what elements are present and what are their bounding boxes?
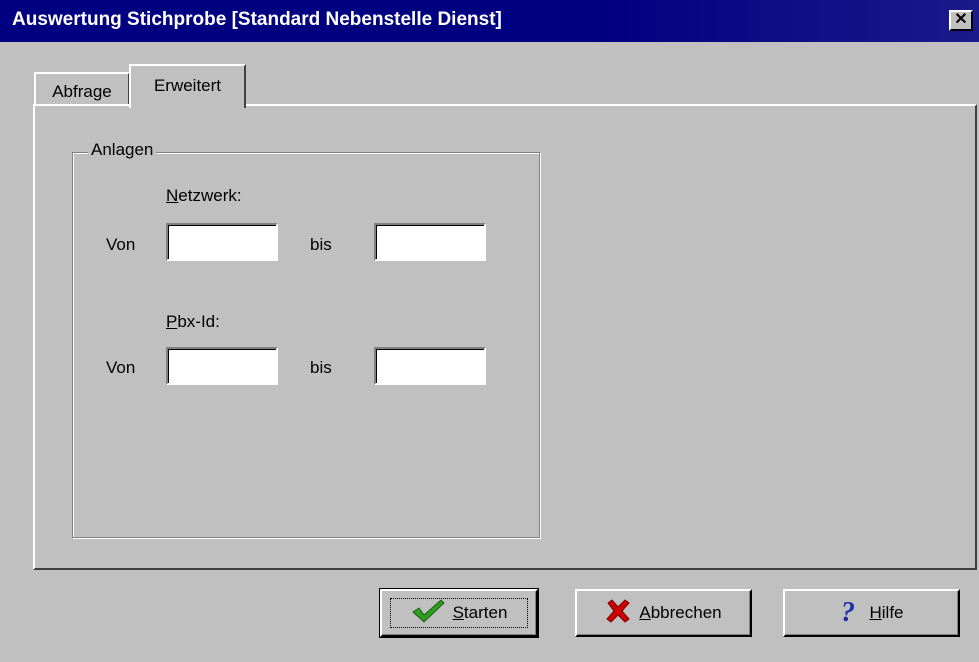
hilfe-label-accel: H bbox=[869, 603, 882, 622]
hilfe-button[interactable]: ? Hilfe bbox=[783, 589, 960, 637]
tab-abfrage-label: Abfrage bbox=[52, 82, 112, 101]
pbx-id-heading: Pbx-Id: bbox=[166, 312, 220, 332]
abbrechen-button[interactable]: Abbrechen bbox=[575, 589, 752, 637]
netzwerk-von-input[interactable] bbox=[168, 225, 276, 259]
pbx-id-heading-accel: P bbox=[166, 312, 178, 331]
starten-label-rest: tarten bbox=[463, 603, 508, 622]
pbx-id-heading-rest: bx-Id: bbox=[177, 312, 220, 331]
pbx-von-input[interactable] bbox=[168, 349, 276, 383]
close-icon: ✕ bbox=[954, 11, 968, 28]
anlagen-group-title: Anlagen bbox=[88, 140, 157, 160]
abbrechen-label-rest: bbrechen bbox=[650, 603, 722, 622]
pbx-bis-field[interactable] bbox=[374, 347, 486, 385]
dialog-window: Auswertung Stichprobe [Standard Nebenste… bbox=[0, 0, 979, 662]
starten-label-accel: S bbox=[452, 603, 464, 622]
title-bar[interactable]: Auswertung Stichprobe [Standard Nebenste… bbox=[0, 0, 979, 42]
abbrechen-label-accel: A bbox=[639, 603, 651, 622]
starten-label: Starten bbox=[453, 603, 508, 623]
anlagen-groupbox bbox=[72, 152, 540, 538]
question-mark-icon: ? bbox=[839, 597, 861, 630]
hilfe-label: Hilfe bbox=[869, 603, 903, 623]
abbrechen-label: Abbrechen bbox=[639, 603, 721, 623]
close-button[interactable]: ✕ bbox=[949, 10, 973, 31]
starten-button[interactable]: Starten bbox=[379, 588, 539, 638]
pbx-bis-label: bis bbox=[310, 358, 332, 377]
netzwerk-bis-field[interactable] bbox=[374, 223, 486, 261]
netzwerk-bis-input[interactable] bbox=[376, 225, 484, 259]
tab-erweitert-label: Erweitert bbox=[153, 76, 222, 95]
tab-abfrage[interactable]: Abfrage bbox=[34, 72, 130, 106]
netzwerk-bis-label: bis bbox=[310, 235, 332, 254]
active-tab-joint bbox=[131, 102, 244, 108]
netzwerk-von-label: Von bbox=[106, 235, 136, 254]
pbx-von-field[interactable] bbox=[166, 347, 278, 385]
netzwerk-heading-accel: N bbox=[166, 186, 179, 205]
hilfe-label-rest: ilfe bbox=[881, 603, 904, 622]
window-title: Auswertung Stichprobe [Standard Nebenste… bbox=[12, 9, 502, 30]
svg-text:?: ? bbox=[841, 597, 855, 625]
pbx-von-label: Von bbox=[106, 358, 136, 377]
pbx-bis-input[interactable] bbox=[376, 349, 484, 383]
netzwerk-von-field[interactable] bbox=[166, 223, 278, 261]
netzwerk-heading: Netzwerk: bbox=[166, 186, 242, 206]
netzwerk-heading-rest: etzwerk: bbox=[178, 186, 242, 205]
red-x-icon bbox=[605, 598, 631, 629]
